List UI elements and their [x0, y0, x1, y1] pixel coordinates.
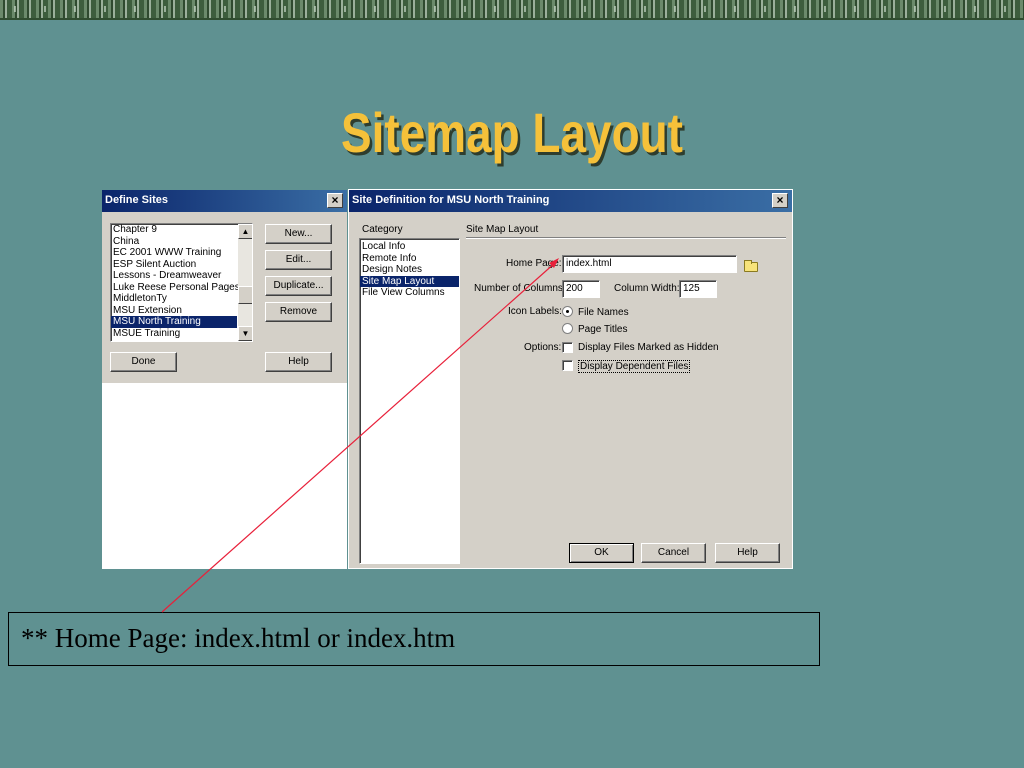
- define-sites-window: Define Sites × Chapter 9 China EC 2001 WWW…: [102, 190, 347, 383]
- number-of-columns-label: Number of Columns:: [474, 283, 566, 294]
- circuit-decoration: [0, 0, 1024, 20]
- category-item[interactable]: Design Notes: [360, 264, 459, 276]
- site-list-item[interactable]: MSUE Training: [111, 328, 237, 340]
- site-list-scrollbar[interactable]: ▲ ▼: [238, 224, 252, 341]
- new-button[interactable]: New...: [265, 224, 332, 244]
- panel-divider: [466, 237, 786, 239]
- site-list-item[interactable]: EC 2001 WWW Training: [111, 247, 237, 259]
- ok-button[interactable]: OK: [569, 543, 634, 563]
- done-button[interactable]: Done: [110, 352, 177, 372]
- site-list-item[interactable]: Luke Reese Personal Pages: [111, 282, 240, 294]
- remove-button[interactable]: Remove: [265, 302, 332, 322]
- site-definition-window: Site Definition for MSU North Training ×…: [348, 189, 793, 569]
- blank-area: [102, 383, 347, 569]
- site-list-item[interactable]: MSU North Training: [111, 316, 237, 328]
- site-list-item[interactable]: Lessons - Dreamweaver: [111, 270, 237, 282]
- dependent-files-checkbox[interactable]: [562, 360, 573, 371]
- category-item[interactable]: Site Map Layout: [360, 275, 459, 287]
- page-titles-radio[interactable]: [562, 323, 573, 334]
- help-button[interactable]: Help: [715, 543, 780, 563]
- dependent-files-label: Display Dependent Files: [578, 360, 691, 373]
- site-list-item[interactable]: MiddletonTy: [111, 293, 237, 305]
- category-item[interactable]: Local Info: [360, 241, 459, 253]
- options-label: Options:: [524, 342, 562, 353]
- duplicate-button[interactable]: Duplicate...: [265, 276, 332, 296]
- folder-icon[interactable]: [744, 260, 758, 272]
- help-button[interactable]: Help: [265, 352, 332, 372]
- column-width-label: Column Width:: [614, 283, 680, 294]
- site-list-item[interactable]: Chapter 9: [111, 224, 237, 236]
- home-page-input[interactable]: index.html: [562, 255, 737, 273]
- site-definition-title: Site Definition for MSU North Training: [352, 194, 550, 206]
- cancel-button[interactable]: Cancel: [641, 543, 706, 563]
- icon-labels-label: Icon Labels:: [508, 306, 562, 317]
- scroll-down-icon[interactable]: ▼: [238, 326, 252, 341]
- home-page-label: Home Page:: [506, 258, 562, 269]
- category-list[interactable]: Local Info Remote Info Design Notes Site Ma…: [359, 238, 460, 564]
- file-names-label: File Names: [578, 307, 629, 318]
- slide-title: Sitemap Layout: [341, 101, 683, 164]
- hidden-files-label: Display Files Marked as Hidden: [578, 342, 719, 353]
- category-label: Category: [362, 224, 403, 235]
- hidden-files-checkbox[interactable]: [562, 342, 573, 353]
- category-item[interactable]: File View Columns: [360, 287, 459, 299]
- close-button[interactable]: ×: [772, 193, 788, 208]
- site-list-item[interactable]: ESP Silent Auction: [111, 259, 237, 271]
- column-width-input[interactable]: 125: [679, 280, 717, 298]
- panel-title: Site Map Layout: [466, 224, 539, 235]
- site-definition-titlebar: Site Definition for MSU North Training ×: [349, 190, 792, 212]
- site-list-item[interactable]: MSU Extension: [111, 305, 237, 317]
- scroll-thumb[interactable]: [238, 286, 252, 304]
- page-titles-label: Page Titles: [578, 324, 628, 335]
- category-item[interactable]: Remote Info: [360, 253, 459, 265]
- site-list-item[interactable]: China: [111, 236, 237, 248]
- number-of-columns-input[interactable]: 200: [562, 280, 600, 298]
- scroll-up-icon[interactable]: ▲: [238, 224, 252, 239]
- define-sites-title: Define Sites: [105, 194, 168, 206]
- edit-button[interactable]: Edit...: [265, 250, 332, 270]
- define-sites-titlebar: Define Sites ×: [102, 190, 347, 212]
- file-names-radio[interactable]: [562, 306, 573, 317]
- site-list[interactable]: Chapter 9 China EC 2001 WWW Training ESP Si…: [110, 223, 253, 342]
- callout-box: ** Home Page: index.html or index.htm: [8, 612, 820, 666]
- close-button[interactable]: ×: [327, 193, 343, 208]
